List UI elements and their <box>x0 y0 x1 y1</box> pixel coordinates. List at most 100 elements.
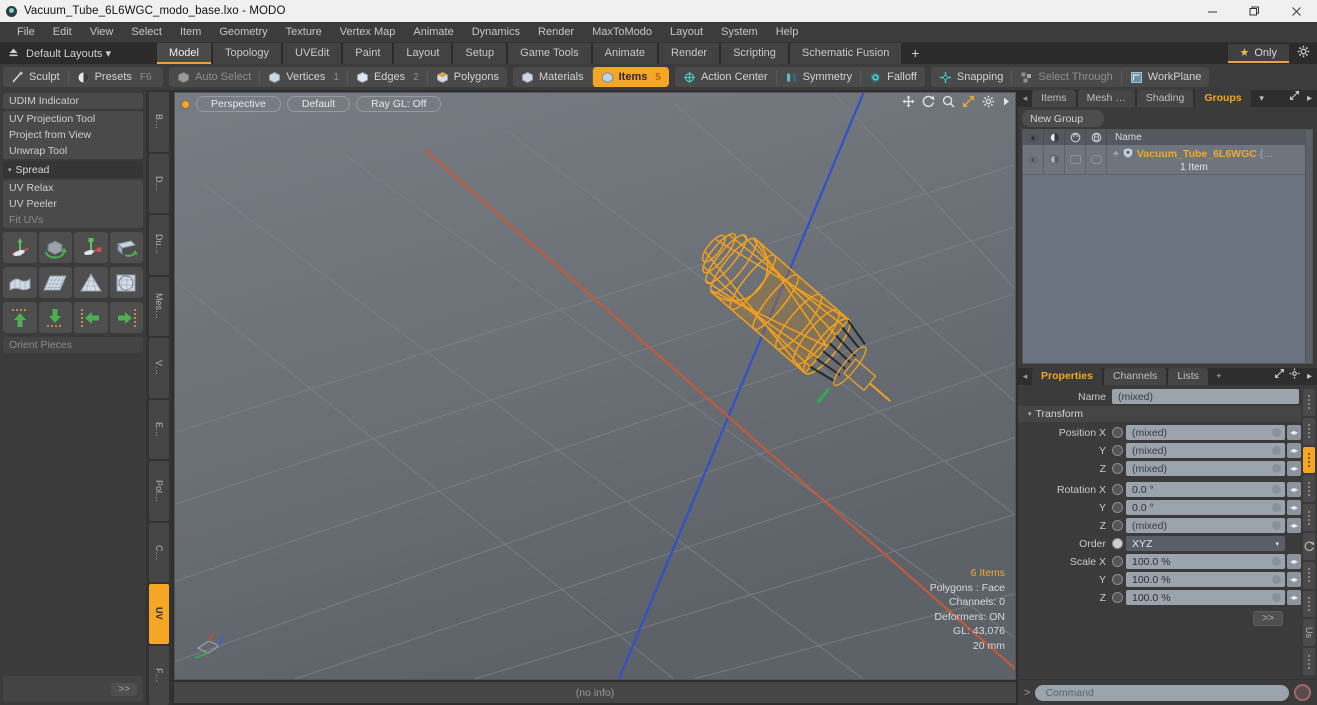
zoom-icon[interactable] <box>942 95 955 108</box>
vtab-deform[interactable]: D… <box>149 153 169 213</box>
position-y-radio[interactable] <box>1112 445 1123 456</box>
position-x-stepper[interactable]: ◂▸ <box>1287 425 1301 440</box>
tab-model[interactable]: Model <box>157 43 211 64</box>
rail-handle-active[interactable] <box>1303 446 1315 474</box>
scale-y-radio[interactable] <box>1112 574 1123 585</box>
presets-button[interactable]: Presets F6 <box>69 67 160 87</box>
menu-help[interactable]: Help <box>767 22 808 43</box>
rotation-y-radio[interactable] <box>1112 502 1123 513</box>
uv-peeler-row[interactable]: UV Peeler <box>3 196 143 212</box>
position-y-field[interactable]: (mixed) <box>1126 443 1285 458</box>
panel-menu-icon[interactable]: ◂ <box>1018 90 1032 107</box>
record-macro-button[interactable] <box>1294 684 1311 701</box>
rail-handle[interactable] <box>1303 389 1315 416</box>
rail-handle[interactable] <box>1303 417 1315 445</box>
workplane-button[interactable]: WorkPlane <box>1122 67 1210 87</box>
axis-gizmo[interactable] <box>189 628 231 667</box>
layout-gear-icon[interactable] <box>1289 43 1317 64</box>
menu-vertex-map[interactable]: Vertex Map <box>331 22 405 43</box>
select-through-button[interactable]: Select Through <box>1012 67 1120 87</box>
row-lock-toggle[interactable] <box>1065 145 1086 174</box>
uv-move-tool-icon[interactable] <box>3 232 37 263</box>
tab-mesh-panel[interactable]: Mesh … <box>1077 90 1135 107</box>
snapping-button[interactable]: Snapping <box>931 67 1012 87</box>
project-from-view-row[interactable]: Project from View <box>3 127 143 143</box>
panel-more-arrow-icon[interactable]: ▸ <box>1302 90 1317 107</box>
uv-align-right-icon[interactable] <box>109 302 143 333</box>
table-row[interactable]: + Vacuum_Tube_6L6WGC (… 1 Item <box>1023 145 1305 175</box>
polygons-button[interactable]: Polygons <box>428 67 507 87</box>
tab-shading-panel[interactable]: Shading <box>1136 90 1194 107</box>
rail-handle[interactable] <box>1303 504 1315 531</box>
vtab-basic[interactable]: B… <box>149 92 169 152</box>
viewport-perspective-dropdown[interactable]: Perspective <box>196 96 281 112</box>
default-layouts-label[interactable]: Default Layouts ▾ <box>26 47 121 60</box>
tab-scripting[interactable]: Scripting <box>721 43 788 64</box>
vtab-polygon[interactable]: Pol… <box>149 461 169 521</box>
edges-button[interactable]: Edges 2 <box>348 67 427 87</box>
rail-handle[interactable] <box>1303 561 1315 589</box>
rotation-z-field[interactable]: (mixed) <box>1126 518 1285 533</box>
scale-x-field[interactable]: 100.0 % <box>1126 554 1285 569</box>
name-field[interactable]: (mixed) <box>1112 389 1299 404</box>
rotation-z-stepper[interactable]: ◂▸ <box>1287 518 1301 533</box>
tab-game-tools[interactable]: Game Tools <box>508 43 591 64</box>
properties-gear-icon[interactable] <box>1287 368 1302 385</box>
rotation-y-stepper[interactable]: ◂▸ <box>1287 500 1301 515</box>
rotation-x-stepper[interactable]: ◂▸ <box>1287 482 1301 497</box>
menu-edit[interactable]: Edit <box>44 22 81 43</box>
uv-flip-tool-icon[interactable] <box>109 232 143 263</box>
properties-more-arrow-icon[interactable]: ▸ <box>1302 368 1317 385</box>
pan-icon[interactable] <box>902 95 915 108</box>
rotation-x-field[interactable]: 0.0 ° <box>1126 482 1285 497</box>
tab-topology[interactable]: Topology <box>213 43 282 64</box>
position-x-field[interactable]: (mixed) <box>1126 425 1285 440</box>
layout-eject-icon[interactable] <box>0 47 26 61</box>
auto-select-button[interactable]: Auto Select <box>169 67 259 87</box>
menu-maxtomodo[interactable]: MaxToModo <box>583 22 661 43</box>
uv-sphere-grid-icon[interactable] <box>109 267 143 298</box>
panel-expand-icon[interactable] <box>1287 90 1302 107</box>
tab-layout[interactable]: Layout <box>394 43 452 64</box>
rail-handle[interactable] <box>1303 590 1315 618</box>
only-toggle-button[interactable]: ★ Only <box>1227 44 1289 63</box>
add-tab-button[interactable]: + <box>903 43 927 64</box>
menu-system[interactable]: System <box>712 22 767 43</box>
spread-section-header[interactable]: ▾ Spread <box>3 161 143 178</box>
menu-layout[interactable]: Layout <box>661 22 712 43</box>
group-list-empty-area[interactable] <box>1023 175 1305 363</box>
tab-paint[interactable]: Paint <box>343 43 393 64</box>
tab-uvedit[interactable]: UVEdit <box>283 43 342 64</box>
tab-schematic-fusion[interactable]: Schematic Fusion <box>789 43 902 64</box>
maximize-button[interactable] <box>1233 0 1275 22</box>
vtab-duplicate[interactable]: Du… <box>149 215 169 275</box>
tab-lists[interactable]: Lists <box>1168 368 1208 385</box>
tab-render[interactable]: Render <box>659 43 720 64</box>
rail-rotate-icon[interactable] <box>1303 532 1315 560</box>
viewport-settings-gear-icon[interactable] <box>982 95 995 108</box>
sculpt-button[interactable]: Sculpt <box>3 67 68 87</box>
rotation-y-field[interactable]: 0.0 ° <box>1126 500 1285 515</box>
menu-file[interactable]: File <box>8 22 44 43</box>
scale-x-radio[interactable] <box>1112 556 1123 567</box>
scale-z-field[interactable]: 100.0 % <box>1126 590 1285 605</box>
uv-align-down-icon[interactable] <box>38 302 72 333</box>
uv-projection-tool-row[interactable]: UV Projection Tool <box>3 111 143 127</box>
menu-render[interactable]: Render <box>529 22 583 43</box>
uv-scale-tool-icon[interactable] <box>74 232 108 263</box>
expand-plus-icon[interactable]: + <box>1113 149 1119 160</box>
rail-usage-icon[interactable]: Us <box>1303 619 1315 647</box>
tab-items-panel[interactable]: Items <box>1032 90 1076 107</box>
viewport-expand-arrow-icon[interactable] <box>1002 96 1011 107</box>
left-panel-more-button[interactable]: >> <box>111 682 137 696</box>
scale-x-stepper[interactable]: ◂▸ <box>1287 554 1301 569</box>
menu-select[interactable]: Select <box>122 22 171 43</box>
close-button[interactable] <box>1275 0 1317 22</box>
symmetry-button[interactable]: Symmetry <box>777 67 861 87</box>
row-shading-toggle[interactable] <box>1044 145 1065 174</box>
scale-z-radio[interactable] <box>1112 592 1123 603</box>
uv-grid-flat-icon[interactable] <box>38 267 72 298</box>
menu-texture[interactable]: Texture <box>277 22 331 43</box>
minimize-button[interactable] <box>1191 0 1233 22</box>
row-visibility-toggle[interactable] <box>1023 145 1044 174</box>
